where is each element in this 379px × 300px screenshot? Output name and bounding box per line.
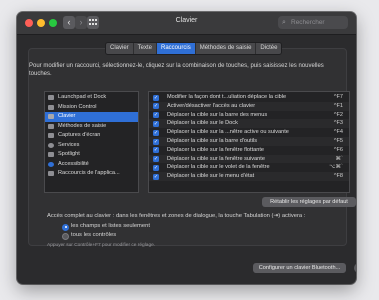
shortcut-name: Déplacer la cible sur la barre des menus <box>167 111 268 118</box>
shortcut-name: Déplacer la cible sur le menu d'état <box>167 173 255 180</box>
shortcut-checkbox[interactable]: ✓ <box>153 147 159 154</box>
gear-icon <box>48 142 54 148</box>
shortcut-key[interactable]: ^F8 <box>334 172 343 181</box>
shortcut-row[interactable]: ✓ Déplacer la cible sur le menu d'état ^… <box>149 172 349 181</box>
shortcut-row[interactable]: ✓ Déplacer la cible sur la fenêtre flott… <box>149 146 349 155</box>
radio-button-selected[interactable] <box>62 223 69 231</box>
accessibility-icon <box>48 161 54 167</box>
category-label: Services <box>58 141 80 148</box>
shortcut-checkbox[interactable]: ✓ <box>153 94 159 101</box>
shortcut-checkbox[interactable]: ✓ <box>153 138 159 145</box>
launchpad-icon <box>48 95 54 100</box>
shortcut-key[interactable]: ^F6 <box>334 146 343 155</box>
shortcut-name: Déplacer la cible sur la ...nêtre active… <box>167 129 289 136</box>
shortcut-row[interactable]: ✓ Activer/désactiver l'accès au clavier … <box>149 101 349 111</box>
spotlight-icon <box>48 152 54 157</box>
shortcut-row[interactable]: ✓ Modifier la façon dont t...uliation dé… <box>149 93 349 102</box>
shortcut-name: Activer/désactiver l'accès au clavier <box>167 102 256 109</box>
category-label: Captures d'écran <box>58 132 101 138</box>
search-icon: ⌕ <box>282 19 286 26</box>
search-field[interactable]: ⌕ Rechercher <box>278 16 348 29</box>
shortcut-key[interactable]: ^F5 <box>334 137 343 146</box>
shortcut-row[interactable]: ✓ Déplacer la cible sur le volet de la f… <box>149 163 349 172</box>
screenshot-icon <box>48 133 54 138</box>
category-services[interactable]: Services <box>45 141 138 151</box>
app-shortcuts-icon <box>48 171 54 176</box>
tab-clavier[interactable]: Clavier <box>106 43 134 54</box>
help-icon[interactable]: ? <box>354 263 356 273</box>
restore-defaults-button[interactable]: Rétablir les réglages par défaut <box>262 197 356 207</box>
category-methodes-de-saisie[interactable]: Méthodes de saisie <box>45 122 138 132</box>
shortcut-row[interactable]: ✓ Déplacer la cible sur la barre d'outil… <box>149 137 349 146</box>
hint-text: Appuyer sur Contrôle+F7 pour modifier ce… <box>47 243 156 248</box>
shortcut-checkbox[interactable]: ✓ <box>153 173 159 180</box>
configure-bluetooth-keyboard-button[interactable]: Configurer un clavier Bluetooth... <box>253 263 346 273</box>
shortcut-name: Déplacer la cible sur le Dock <box>167 120 238 127</box>
instructions-text: Pour modifier un raccourci, sélectionnez… <box>29 63 324 77</box>
shortcut-row[interactable]: ✓ Déplacer la cible sur le Dock ^F3 <box>149 119 349 129</box>
category-clavier[interactable]: Clavier <box>45 112 138 122</box>
shortcut-checkbox[interactable]: ✓ <box>153 112 159 119</box>
title-bar: ‹ › Clavier ⌕ Rechercher <box>17 12 356 35</box>
preferences-window: ‹ › Clavier ⌕ Rechercher Clavier Texte R… <box>17 12 356 284</box>
category-label: Accessibilité <box>58 160 89 167</box>
shortcut-key[interactable]: ^F4 <box>334 128 343 137</box>
category-label: Raccourcis de l'applica... <box>58 170 120 176</box>
shortcut-checkbox[interactable]: ✓ <box>153 129 159 136</box>
shortcut-key[interactable]: ^F1 <box>334 102 343 111</box>
shortcut-name: Déplacer la cible sur le volet de la fen… <box>167 164 270 171</box>
tab-methodes-de-saisie[interactable]: Méthodes de saisie <box>196 43 257 54</box>
input-sources-icon <box>48 123 54 129</box>
keyboard-icon <box>48 114 54 119</box>
shortcut-row[interactable]: ✓ Déplacer la cible sur la fenêtre suiva… <box>149 154 349 164</box>
shortcut-key[interactable]: ⌘` <box>336 155 343 164</box>
tab-texte[interactable]: Texte <box>134 43 158 54</box>
shortcut-name: Modifier la façon dont t...uliation dépl… <box>167 94 287 100</box>
category-label: Spotlight <box>58 151 80 157</box>
shortcut-checkbox[interactable]: ✓ <box>153 120 159 127</box>
category-spotlight[interactable]: Spotlight <box>45 150 138 160</box>
category-mission-control[interactable]: Mission Control <box>45 103 138 113</box>
shortcut-row[interactable]: ✓ Déplacer la cible sur la barre des men… <box>149 111 349 120</box>
shortcut-key[interactable]: ⌥⌘` <box>329 163 343 172</box>
shortcut-key[interactable]: ^F3 <box>334 119 343 128</box>
shortcut-list[interactable]: ✓ Modifier la façon dont t...uliation dé… <box>148 91 350 193</box>
shortcut-name: Déplacer la cible sur la fenêtre flottan… <box>167 146 265 153</box>
tab-bar: Clavier Texte Raccourcis Méthodes de sai… <box>105 42 283 55</box>
category-accessibilite[interactable]: Accessibilité <box>45 160 138 170</box>
category-label: Mission Control <box>58 103 97 110</box>
category-label: Clavier <box>58 113 76 119</box>
category-launchpad-et-dock[interactable]: Launchpad et Dock <box>45 93 138 103</box>
radio-label: les champs et listes seulement <box>71 223 150 229</box>
keyboard-access-description: Accès complet au clavier : dans les fenê… <box>47 213 306 219</box>
category-captures-d-ecran[interactable]: Captures d'écran <box>45 131 138 141</box>
radio-label: tous les contrôles <box>71 232 117 238</box>
shortcut-row[interactable]: ✓ Déplacer la cible sur la ...nêtre acti… <box>149 128 349 137</box>
shortcut-name: Déplacer la cible sur la fenêtre suivant… <box>167 155 265 162</box>
category-label: Méthodes de saisie <box>58 122 107 129</box>
tab-dictee[interactable]: Dictée <box>256 43 281 54</box>
mission-control-icon <box>48 104 54 110</box>
shortcut-key[interactable]: ^F2 <box>334 111 343 120</box>
tab-raccourcis[interactable]: Raccourcis <box>157 43 196 54</box>
shortcut-checkbox[interactable]: ✓ <box>153 103 159 110</box>
radio-all-controls[interactable]: tous les contrôles <box>62 231 212 240</box>
search-placeholder: Rechercher <box>291 19 325 26</box>
shortcut-key[interactable]: ^F7 <box>334 93 343 102</box>
shortcut-checkbox[interactable]: ✓ <box>153 156 159 163</box>
category-label: Launchpad et Dock <box>58 94 107 100</box>
radio-fields-and-lists[interactable]: les champs et listes seulement <box>62 222 212 231</box>
radio-button[interactable] <box>62 232 69 240</box>
category-raccourcis-de-l-application[interactable]: Raccourcis de l'applica... <box>45 169 138 179</box>
category-list[interactable]: Launchpad et Dock Mission Control Clavie… <box>44 91 139 193</box>
shortcut-checkbox[interactable]: ✓ <box>153 164 159 171</box>
shortcut-name: Déplacer la cible sur la barre d'outils <box>167 138 257 144</box>
